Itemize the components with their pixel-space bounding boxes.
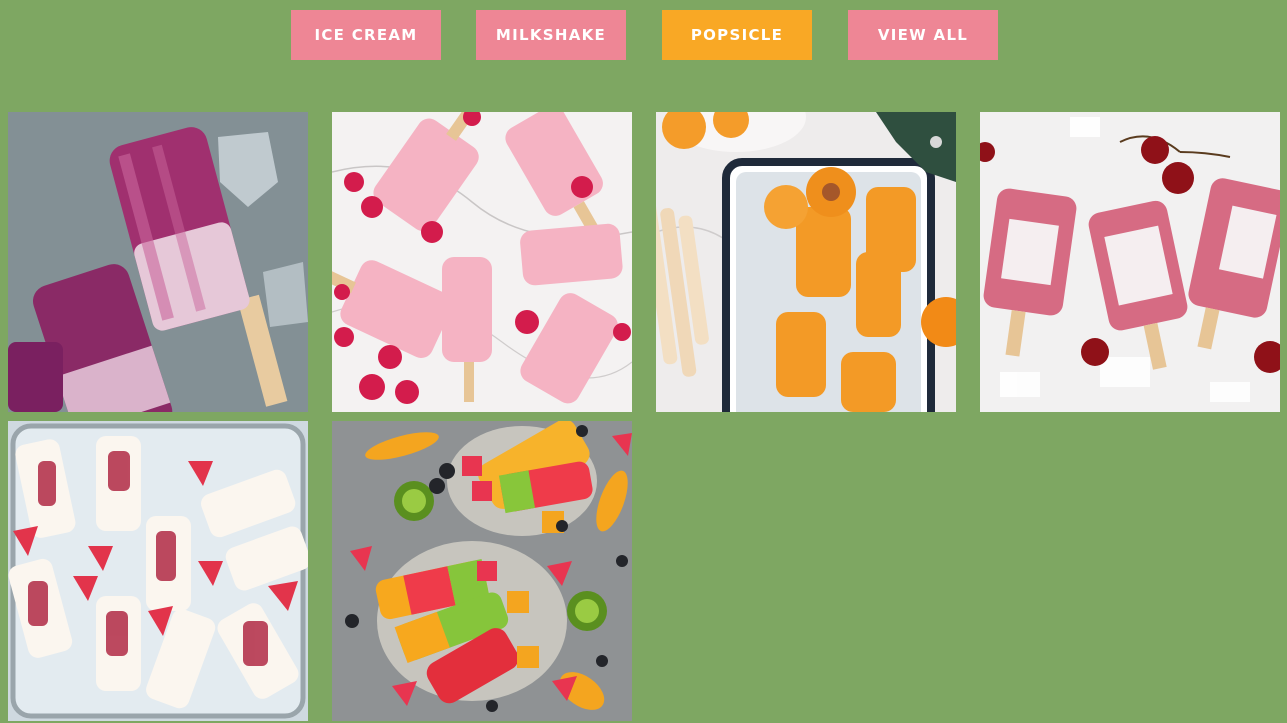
filter-popsicle-button[interactable]: POPSICLE <box>662 10 812 60</box>
gallery-item-rainbow-popsicles[interactable] <box>332 421 632 721</box>
gallery-item-raspberry-popsicles[interactable] <box>332 112 632 412</box>
raspberry-popsicles-image <box>332 112 632 412</box>
filter-ice-cream-button[interactable]: ICE CREAM <box>291 10 441 60</box>
filter-bar: ICE CREAM MILKSHAKE POPSICLE VIEW ALL <box>0 10 1287 60</box>
gallery-item-cherry-popsicles[interactable] <box>980 112 1280 412</box>
gallery-item-strawberry-cream-popsicles[interactable] <box>8 421 308 721</box>
apricot-popsicles-image <box>656 112 956 412</box>
cherry-popsicles-image <box>980 112 1280 412</box>
strawberry-cream-popsicles-image <box>8 421 308 721</box>
filter-view-all-button[interactable]: VIEW ALL <box>848 10 998 60</box>
gallery-item-apricot-popsicles[interactable] <box>656 112 956 412</box>
gallery-item-purple-popsicles[interactable] <box>8 112 308 412</box>
rainbow-popsicles-image <box>332 421 632 721</box>
purple-popsicles-image <box>8 112 308 412</box>
filter-milkshake-button[interactable]: MILKSHAKE <box>476 10 626 60</box>
